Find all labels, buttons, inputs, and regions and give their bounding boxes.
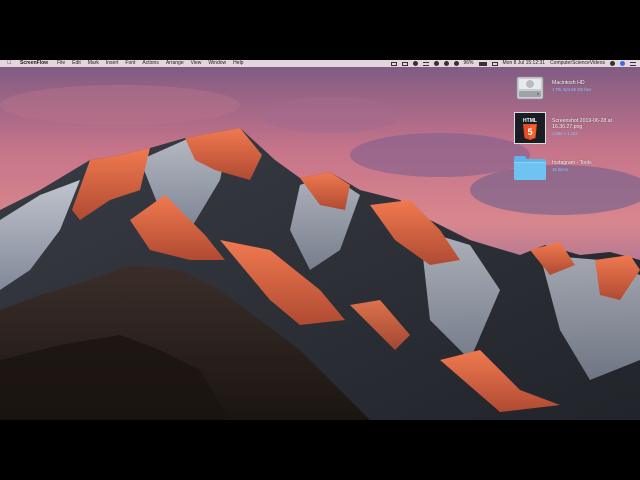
desktop-item-name: Screenshot 2019-06-28 at 16.36.27.png <box>552 118 612 130</box>
thumbnail-html-text: HTML <box>523 118 537 124</box>
html5-screenshot-thumbnail: HTML 5 <box>514 112 546 144</box>
menu-insert[interactable]: Insert <box>106 60 119 67</box>
siri-icon[interactable] <box>620 61 625 66</box>
spotlight-icon[interactable] <box>610 61 615 66</box>
folder-icon <box>514 156 546 180</box>
desktop-item-info: 1 TB, 524.66 GB free <box>552 86 592 92</box>
battery-percentage[interactable]: 96% <box>464 60 474 67</box>
hard-drive-icon <box>516 76 544 100</box>
display-icon[interactable] <box>401 61 408 66</box>
menu-extra-icon[interactable] <box>422 61 429 66</box>
screenflow-record-icon[interactable] <box>390 61 397 66</box>
desktop-item-instagram-tools[interactable]: Instagram - Tools 15 items <box>512 152 640 186</box>
notification-center-icon[interactable] <box>630 61 636 66</box>
time-machine-icon[interactable] <box>412 61 418 66</box>
menu-window[interactable]: Window <box>208 60 226 67</box>
desktop-item-macintosh-hd[interactable]: Macintosh HD 1 TB, 524.66 GB free <box>512 72 640 106</box>
menu-bar-clock[interactable]: Mon 8 Jul 15:12:31 <box>503 60 546 67</box>
menu-file[interactable]: File <box>57 60 65 67</box>
menu-edit[interactable]: Edit <box>72 60 81 67</box>
menu-bar-status-area: 96% Mon 8 Jul 15:12:31 ComputerScienceVi… <box>390 60 636 67</box>
menu-actions[interactable]: Actions <box>142 60 158 67</box>
desktop-item-name: Macintosh HD <box>552 80 585 86</box>
fast-user-switching[interactable]: ComputerScienceVideos <box>550 60 605 67</box>
bluetooth-icon[interactable] <box>433 61 439 66</box>
menu-app-name[interactable]: ScreenFlow <box>20 60 48 67</box>
html5-logo-icon: HTML 5 <box>515 113 545 143</box>
desktop-screen:  ScreenFlow File Edit Mark Insert Font … <box>0 60 640 420</box>
menu-help[interactable]: Help <box>233 60 243 67</box>
menu-bar:  ScreenFlow File Edit Mark Insert Font … <box>0 60 640 67</box>
desktop-item-info: 15 items <box>552 166 568 172</box>
thumbnail-html5-badge: 5 <box>527 127 532 137</box>
menu-font[interactable]: Font <box>125 60 135 67</box>
video-letterbox-top <box>0 0 640 60</box>
desktop-item-name: Instagram - Tools <box>552 160 592 166</box>
wifi-icon[interactable] <box>443 61 449 66</box>
battery-icon[interactable] <box>478 61 487 66</box>
menu-view[interactable]: View <box>191 60 202 67</box>
menu-arrange[interactable]: Arrange <box>166 60 184 67</box>
apple-menu-icon[interactable]:  <box>7 60 13 67</box>
desktop-item-screenshot[interactable]: HTML 5 Screenshot 2019-06-28 at 16.36.27… <box>512 112 640 146</box>
video-letterbox-bottom <box>0 420 640 480</box>
desktop-item-info: 1,094 × 1,112 <box>552 130 578 136</box>
input-source-icon[interactable] <box>491 61 498 66</box>
volume-icon[interactable] <box>453 61 459 66</box>
menu-mark[interactable]: Mark <box>88 60 99 67</box>
